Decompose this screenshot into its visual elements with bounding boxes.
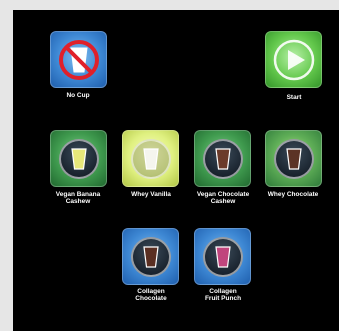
drink-disc	[202, 138, 243, 179]
vegan-chocolate-cashew-button[interactable]	[194, 130, 251, 187]
kiosk-screen: No Cup Start Vegan Banana Cashew Whey Va…	[13, 10, 339, 331]
drink-disc	[58, 138, 99, 179]
glass-icon	[70, 147, 87, 170]
drink-disc	[202, 236, 243, 277]
glass-icon	[214, 245, 231, 268]
whey-chocolate-label: Whey Chocolate	[267, 191, 319, 198]
collagen-chocolate-button[interactable]	[122, 228, 179, 285]
vegan-banana-cashew-button[interactable]	[50, 130, 107, 187]
whey-vanilla-label: Whey Vanilla	[131, 191, 171, 198]
collagen-fruit-punch-label: Collagen Fruit Punch	[204, 288, 242, 302]
whey-chocolate-button[interactable]	[265, 130, 322, 187]
collagen-chocolate-label: Collagen Chocolate	[135, 288, 167, 302]
drink-disc	[130, 236, 171, 277]
glass-icon	[214, 147, 231, 170]
start-label: Start	[286, 94, 302, 101]
vegan-banana-cashew-label: Vegan Banana Cashew	[55, 191, 101, 205]
collagen-fruit-punch-button[interactable]	[194, 228, 251, 285]
no-cup-icon	[58, 39, 99, 80]
drink-disc	[130, 138, 171, 179]
glass-icon	[142, 147, 159, 170]
drink-disc	[273, 138, 314, 179]
play-icon	[273, 39, 314, 80]
no-cup-label: No Cup	[66, 92, 90, 99]
whey-vanilla-button[interactable]	[122, 130, 179, 187]
glass-icon	[285, 147, 302, 170]
vegan-chocolate-cashew-label: Vegan Chocolate Cashew	[196, 191, 250, 205]
start-button[interactable]	[265, 31, 322, 88]
glass-icon	[142, 245, 159, 268]
no-cup-button[interactable]	[50, 31, 107, 88]
